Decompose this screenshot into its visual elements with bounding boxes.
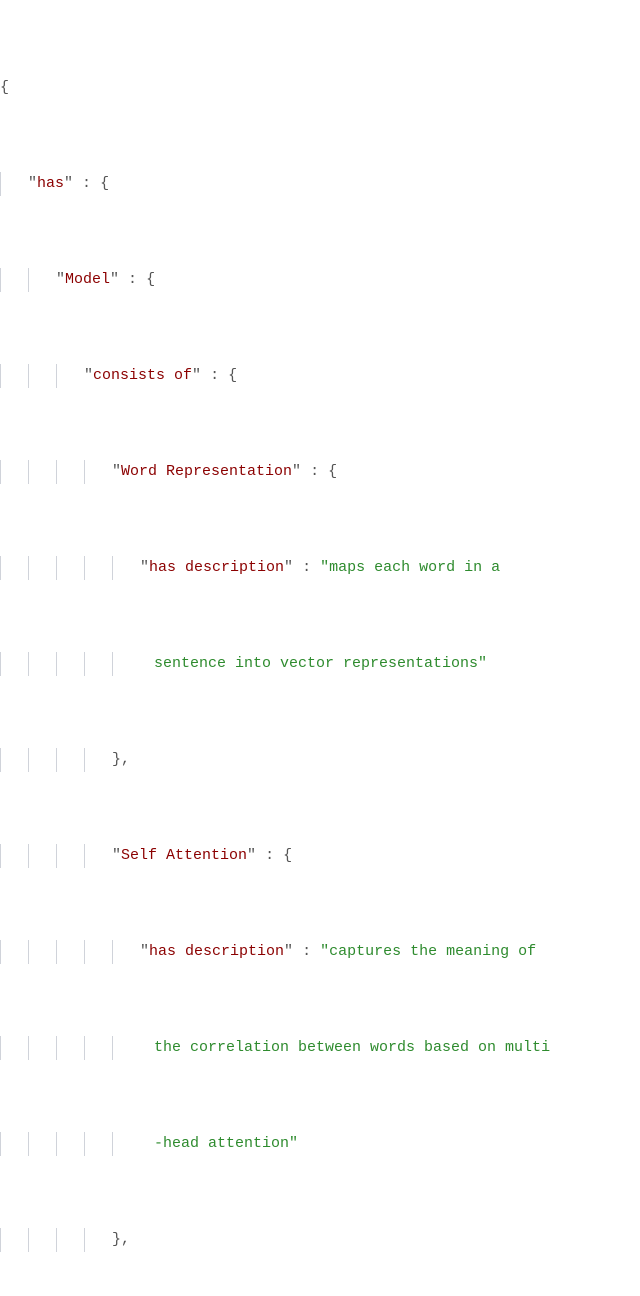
brace-close-comma: }, xyxy=(112,751,130,768)
key-has-description-2: has description xyxy=(149,943,284,960)
brace-close-comma-2: }, xyxy=(112,1231,130,1248)
key-has-description: has description xyxy=(149,559,284,576)
json-code-block: { "has" : { "Model" : { "consists of" : … xyxy=(0,4,640,1296)
value-self-attn-desc-3: -head attention" xyxy=(154,1135,298,1152)
brace-open: { xyxy=(0,79,9,96)
value-self-attn-desc-1: "captures the meaning of xyxy=(320,943,536,960)
value-word-rep-desc-1: "maps each word in a xyxy=(320,559,500,576)
key-word-representation: Word Representation xyxy=(121,463,292,480)
value-word-rep-desc-2: sentence into vector representations" xyxy=(154,655,487,672)
key-model: Model xyxy=(65,271,110,288)
key-self-attention: Self Attention xyxy=(121,847,247,864)
key-consists-of: consists of xyxy=(93,367,192,384)
key-has: has xyxy=(37,175,64,192)
value-self-attn-desc-2: the correlation between words based on m… xyxy=(154,1039,550,1056)
